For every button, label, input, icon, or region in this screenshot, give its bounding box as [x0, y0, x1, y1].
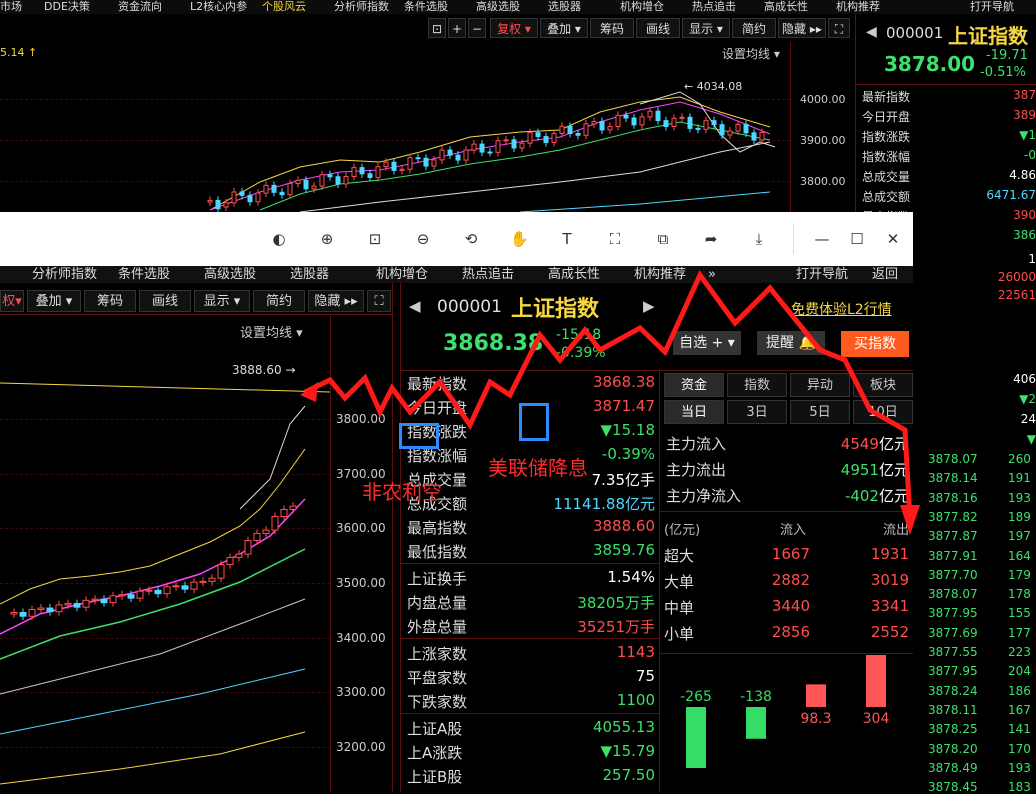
annotation-zigzag-arrow	[300, 270, 920, 535]
